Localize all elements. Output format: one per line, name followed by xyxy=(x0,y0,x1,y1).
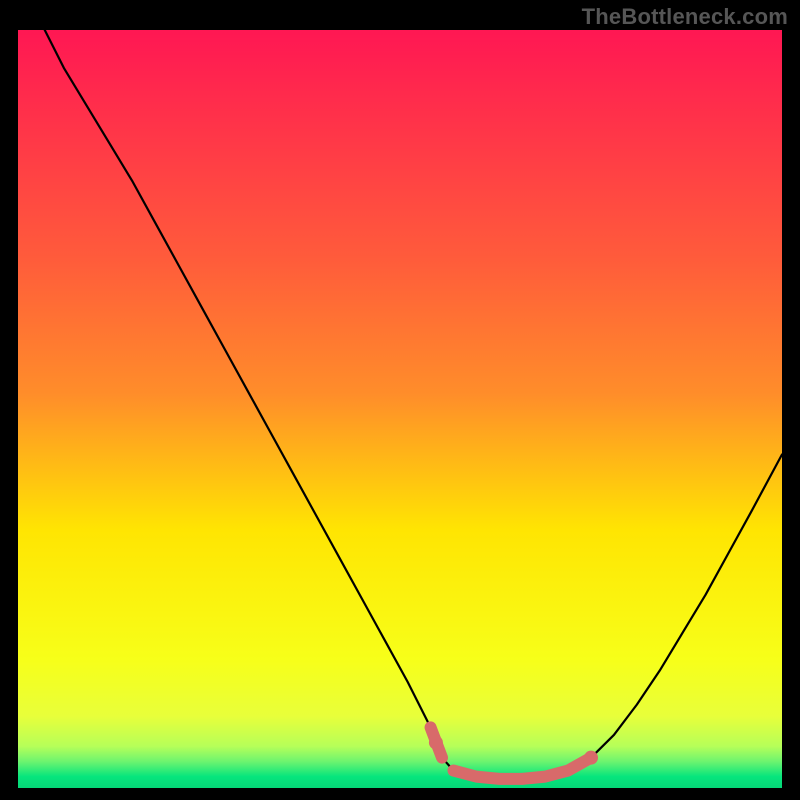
plot-area xyxy=(18,30,782,788)
chart-frame: TheBottleneck.com xyxy=(0,0,800,800)
attribution-text: TheBottleneck.com xyxy=(582,4,788,30)
bottleneck-chart xyxy=(18,30,782,788)
